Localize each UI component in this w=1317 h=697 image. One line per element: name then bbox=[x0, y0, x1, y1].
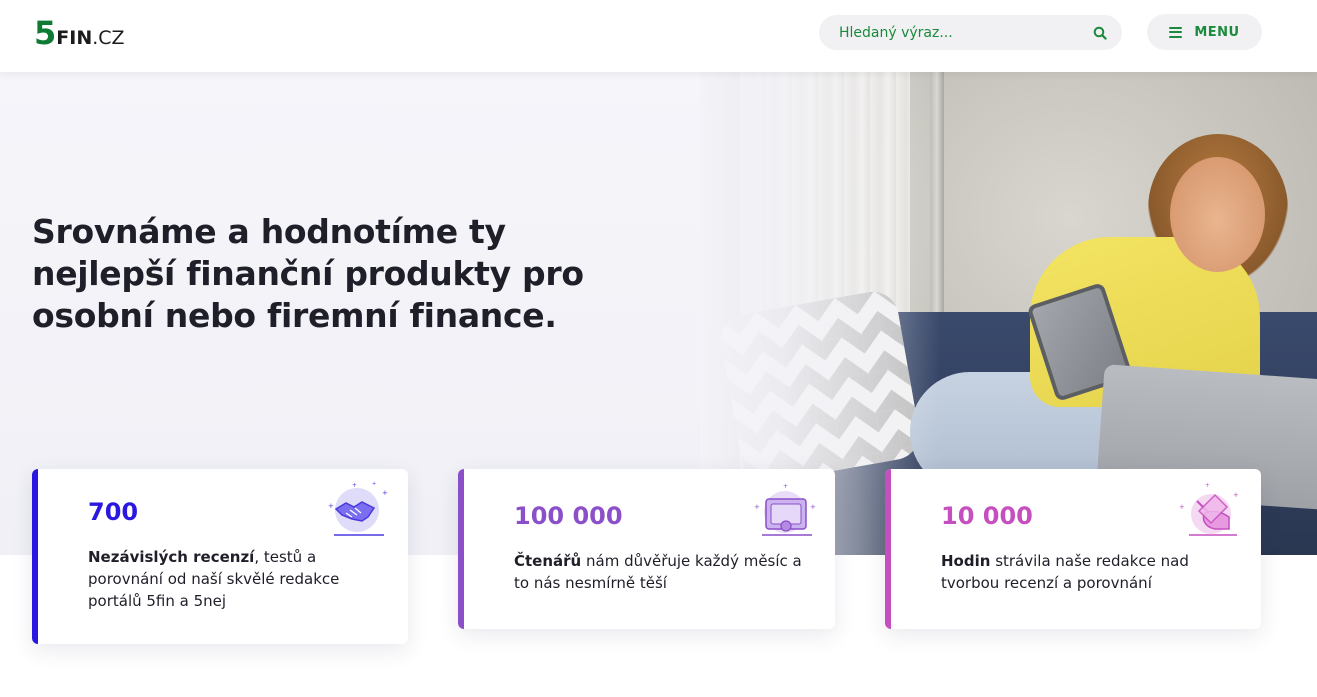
hamburger-icon bbox=[1169, 26, 1183, 38]
stat-description: Nezávislých recenzí, testů a porovnání o… bbox=[88, 548, 340, 610]
stat-card-readers: 100 000 Čtenářů nám důvěřuje každý měsíc… bbox=[458, 469, 835, 629]
search-icon[interactable] bbox=[1092, 25, 1108, 41]
svg-text:+: + bbox=[328, 502, 334, 510]
svg-text:+: + bbox=[352, 482, 357, 489]
svg-text:+: + bbox=[382, 489, 388, 497]
stat-value: 100 000 bbox=[514, 502, 623, 530]
site-logo[interactable]: 5 FIN.CZ bbox=[34, 14, 125, 52]
menu-button[interactable]: MENU bbox=[1147, 14, 1262, 50]
menu-label: MENU bbox=[1194, 24, 1240, 40]
handshake-icon: + + + + bbox=[328, 481, 388, 536]
stat-card-reviews: 700 Nezávislých recenzí, testů a porovná… bbox=[32, 469, 408, 644]
logo-digit: 5 bbox=[34, 14, 56, 52]
stat-value: 700 bbox=[88, 498, 139, 526]
logo-text: FIN.CZ bbox=[56, 27, 125, 49]
stat-description: Hodin strávila naše redakce nad tvorbou … bbox=[941, 552, 1189, 592]
svg-text:+: + bbox=[1179, 503, 1185, 511]
stat-description: Čtenářů nám důvěřuje každý měsíc a to ná… bbox=[514, 552, 802, 592]
svg-text:+: + bbox=[754, 503, 760, 511]
svg-text:+: + bbox=[1205, 482, 1210, 489]
stat-value: 10 000 bbox=[941, 502, 1033, 530]
search-input[interactable] bbox=[839, 24, 1092, 41]
svg-text:+: + bbox=[1233, 491, 1239, 499]
svg-text:+: + bbox=[372, 481, 376, 487]
search-box bbox=[819, 15, 1122, 50]
writing-hand-icon: + + + bbox=[1179, 482, 1239, 536]
certificate-icon: + + + bbox=[754, 483, 816, 536]
svg-text:+: + bbox=[810, 503, 816, 511]
site-header: 5 FIN.CZ MENU bbox=[0, 0, 1317, 72]
hero-title: Srovnáme a hodnotíme ty nejlepší finančn… bbox=[32, 212, 584, 335]
stat-card-hours: 10 000 Hodin strávila naše redakce nad t… bbox=[885, 469, 1261, 629]
svg-text:+: + bbox=[783, 483, 788, 490]
